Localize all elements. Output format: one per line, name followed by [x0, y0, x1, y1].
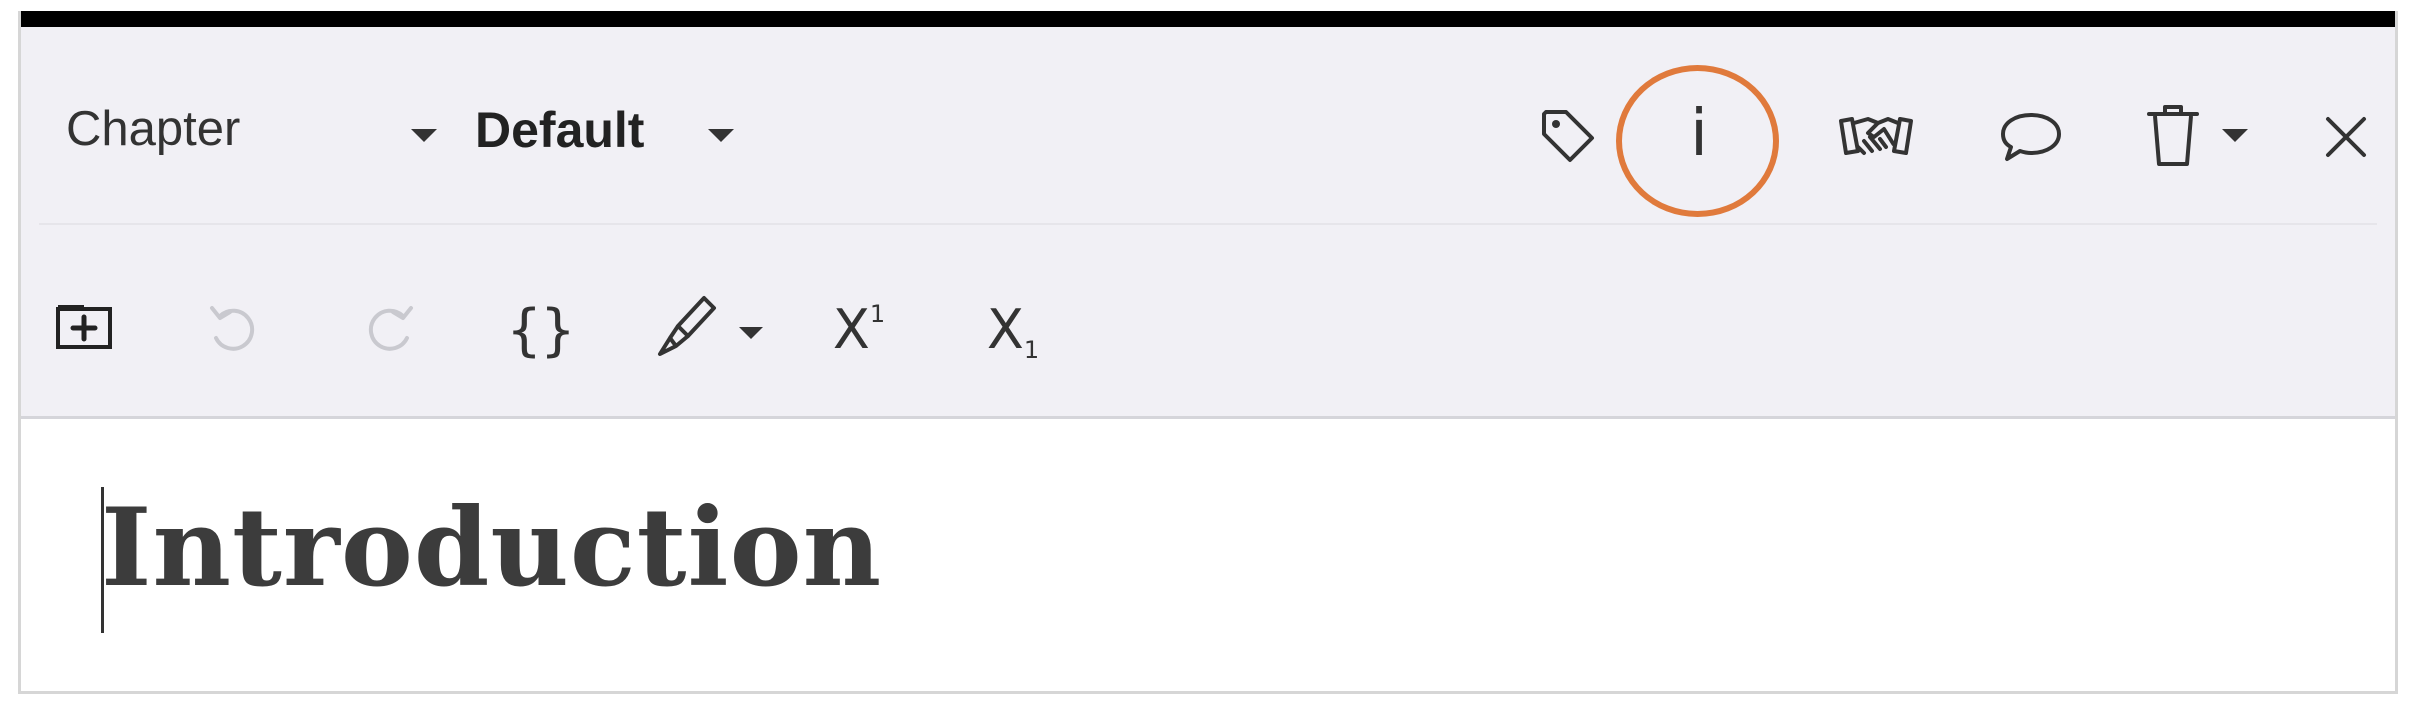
highlighter-button[interactable] — [649, 289, 725, 365]
close-button[interactable] — [2316, 107, 2376, 167]
delete-button[interactable] — [2141, 95, 2205, 175]
editor-panel: Chapter Default i {} X1 X1 Introduction — [18, 11, 2398, 694]
panel-top-border — [21, 11, 2395, 27]
subscript-button[interactable]: X1 — [973, 289, 1053, 369]
redo-button[interactable] — [358, 297, 422, 361]
info-icon: i — [1690, 97, 1708, 171]
collaboration-button[interactable] — [1836, 107, 1916, 167]
superscript-mark: 1 — [869, 299, 886, 328]
close-icon — [2326, 117, 2366, 157]
subscript-base-letter: X — [986, 297, 1024, 361]
highlighter-pen-icon — [658, 296, 716, 356]
undo-button[interactable] — [201, 297, 265, 361]
superscript-icon: X1 — [833, 298, 885, 361]
tag-icon — [1542, 110, 1594, 162]
chapter-heading[interactable]: Introduction — [101, 485, 882, 611]
subscript-mark: 1 — [1023, 335, 1040, 364]
text-cursor — [101, 487, 104, 633]
style-dropdown[interactable]: Default — [475, 101, 644, 159]
redo-icon — [368, 306, 413, 351]
delete-chevron-down-icon[interactable] — [2222, 129, 2248, 142]
curly-braces-icon: {} — [507, 297, 575, 363]
undo-icon — [210, 306, 255, 351]
tag-button[interactable] — [1533, 101, 1603, 171]
document-editor[interactable]: Introduction — [21, 419, 2395, 691]
style-chevron-down-icon[interactable] — [708, 129, 734, 142]
comment-button[interactable] — [1996, 107, 2066, 167]
insert-section-icon — [56, 305, 112, 349]
element-type-dropdown[interactable]: Chapter — [66, 101, 240, 157]
style-label: Default — [475, 102, 645, 158]
comment-icon — [2001, 113, 2061, 161]
insert-section-button[interactable] — [51, 293, 117, 359]
element-type-label: Chapter — [66, 102, 241, 156]
subscript-icon: X1 — [986, 297, 1040, 364]
code-button[interactable]: {} — [501, 295, 581, 365]
toolbar-row-divider — [39, 223, 2377, 225]
handshake-icon — [1839, 117, 1913, 155]
editor-toolbar: Chapter Default i {} X1 X1 — [21, 27, 2395, 419]
trash-icon — [2147, 105, 2199, 166]
highlighter-chevron-down-icon[interactable] — [739, 327, 763, 339]
superscript-base-letter: X — [832, 297, 870, 361]
element-type-chevron-down-icon[interactable] — [411, 129, 437, 142]
info-button[interactable]: i — [1654, 89, 1744, 179]
superscript-button[interactable]: X1 — [819, 289, 899, 369]
